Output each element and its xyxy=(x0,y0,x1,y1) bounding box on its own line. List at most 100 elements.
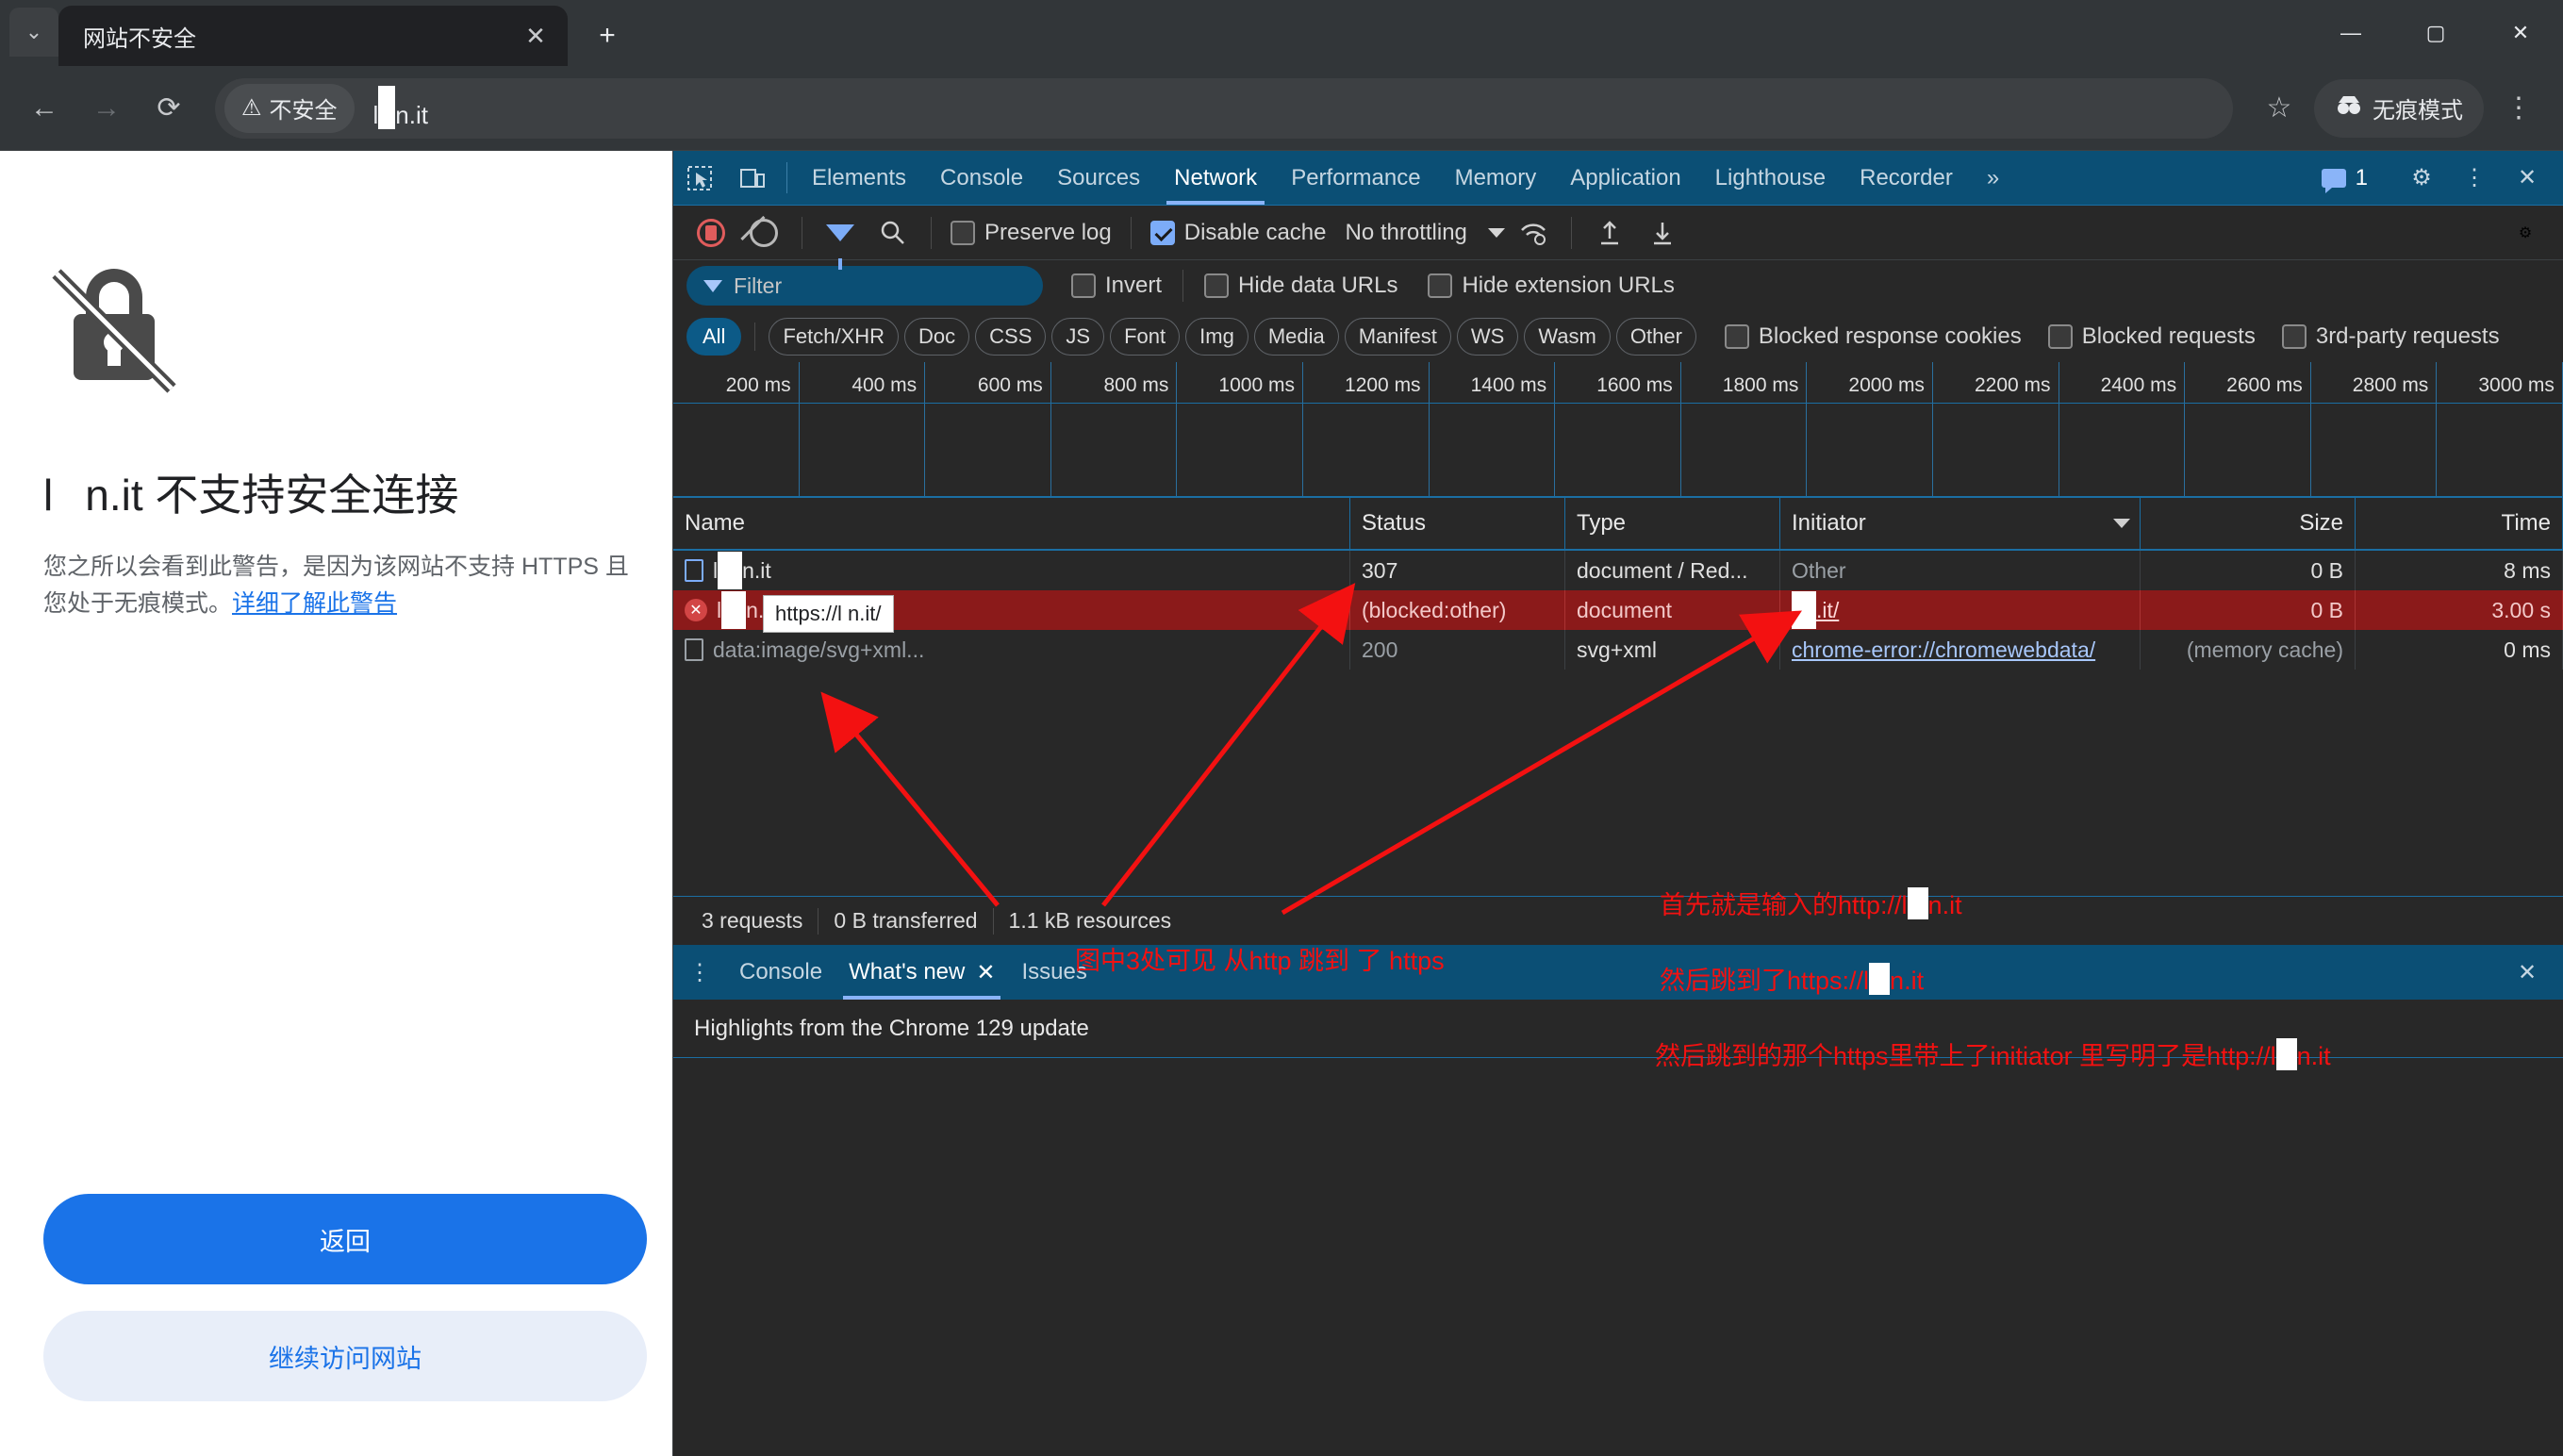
cell-time: 0 ms xyxy=(2356,630,2563,670)
minimize-icon[interactable]: — xyxy=(2308,0,2393,66)
clear-icon[interactable] xyxy=(739,208,788,257)
chip-css[interactable]: CSS xyxy=(975,318,1046,356)
maximize-icon[interactable]: ▢ xyxy=(2393,0,2478,66)
third-party-requests-checkbox[interactable]: 3rd-party requests xyxy=(2276,323,2505,350)
cell-status: 200 xyxy=(1350,630,1565,670)
cell-status: 307 xyxy=(1350,551,1565,590)
chip-media[interactable]: Media xyxy=(1254,318,1339,356)
address-bar[interactable]: ⚠ 不安全 ln.it xyxy=(215,78,2233,139)
tab-search-icon[interactable]: ⌄ xyxy=(9,8,58,57)
column-header-name[interactable]: Name xyxy=(673,498,1350,549)
close-window-icon[interactable]: ✕ xyxy=(2478,0,2563,66)
tab-performance[interactable]: Performance xyxy=(1274,151,1437,205)
network-conditions-icon[interactable] xyxy=(1509,208,1558,257)
overview-cell xyxy=(1681,404,1808,496)
filter-icon[interactable] xyxy=(816,208,865,257)
back-to-safety-button[interactable]: 返回 xyxy=(43,1194,647,1284)
chip-ws[interactable]: WS xyxy=(1457,318,1518,356)
chip-font[interactable]: Font xyxy=(1110,318,1180,356)
site-security-badge[interactable]: ⚠ 不安全 xyxy=(224,84,355,133)
throttling-dropdown[interactable]: No throttling xyxy=(1335,220,1504,246)
blocked-requests-label: Blocked requests xyxy=(2082,323,2256,350)
table-row[interactable]: data:image/svg+xml... 200 svg+xml chrome… xyxy=(673,630,2563,670)
whats-new-content: Highlights from the Chrome 129 update xyxy=(673,1000,2563,1058)
tab-application[interactable]: Application xyxy=(1553,151,1697,205)
invert-checkbox[interactable]: Invert xyxy=(1066,273,1167,299)
settings-gear-icon[interactable]: ⚙ xyxy=(2395,164,2448,191)
chip-fetch-xhr[interactable]: Fetch/XHR xyxy=(769,318,899,356)
checkbox-box xyxy=(951,221,975,245)
column-header-time[interactable]: Time xyxy=(2356,498,2563,549)
hide-data-urls-label: Hide data URLs xyxy=(1238,273,1397,299)
blocked-requests-checkbox[interactable]: Blocked requests xyxy=(2042,323,2261,350)
incognito-indicator[interactable]: 无痕模式 xyxy=(2314,79,2484,138)
table-row[interactable]: ✕ ln.it (blocked:other) document .it/ 0 … xyxy=(673,590,2563,630)
filter-input[interactable]: Filter xyxy=(686,266,1043,306)
cell-initiator[interactable]: chrome-error://chromewebdata/ xyxy=(1780,630,2141,670)
column-header-initiator[interactable]: Initiator xyxy=(1780,498,2141,549)
tab-lighthouse[interactable]: Lighthouse xyxy=(1698,151,1843,205)
ruler-tick: 1000 ms xyxy=(1177,362,1303,403)
tab-sources[interactable]: Sources xyxy=(1040,151,1157,205)
preserve-log-checkbox[interactable]: Preserve log xyxy=(945,220,1117,246)
drawer-tab-whats-new[interactable]: What's new ✕ xyxy=(835,945,1008,1000)
chip-wasm[interactable]: Wasm xyxy=(1524,318,1611,356)
table-row[interactable]: ln.it 307 document / Red... Other 0 B 8 … xyxy=(673,551,2563,590)
browser-menu-icon[interactable]: ⋮ xyxy=(2489,79,2548,138)
inspect-element-icon[interactable] xyxy=(673,151,726,205)
network-settings-gear-icon[interactable]: ⚙ xyxy=(2501,208,2550,257)
cell-initiator[interactable]: .it/ xyxy=(1780,590,2141,630)
devtools-panel: Elements Console Sources Network Perform… xyxy=(672,151,2563,1456)
record-icon[interactable] xyxy=(686,208,736,257)
chip-doc[interactable]: Doc xyxy=(904,318,969,356)
import-har-icon[interactable] xyxy=(1585,208,1634,257)
new-tab-button[interactable]: + xyxy=(585,13,630,58)
chip-img[interactable]: Img xyxy=(1185,318,1248,356)
tab-console[interactable]: Console xyxy=(923,151,1040,205)
hide-data-urls-checkbox[interactable]: Hide data URLs xyxy=(1199,273,1403,299)
column-header-status[interactable]: Status xyxy=(1350,498,1565,549)
divider xyxy=(1131,217,1132,249)
tab-network[interactable]: Network xyxy=(1157,151,1274,205)
back-button[interactable]: ← xyxy=(15,79,74,138)
drawer-kebab-icon[interactable]: ⋮ xyxy=(673,945,726,1000)
divider xyxy=(754,323,755,351)
device-toolbar-icon[interactable] xyxy=(726,151,779,205)
chip-all[interactable]: All xyxy=(686,318,741,356)
devtools-kebab-icon[interactable]: ⋮ xyxy=(2448,164,2501,191)
tab-elements[interactable]: Elements xyxy=(795,151,923,205)
warning-triangle-icon: ⚠ xyxy=(241,94,262,122)
network-filter-bar: Filter Invert Hide data URLs Hide extens… xyxy=(673,260,2563,311)
bookmark-star-icon[interactable]: ☆ xyxy=(2250,79,2308,138)
chip-other[interactable]: Other xyxy=(1616,318,1696,356)
close-drawer-icon[interactable]: ✕ xyxy=(2501,959,2554,986)
column-header-size[interactable]: Size xyxy=(2141,498,2356,549)
incognito-icon xyxy=(2335,93,2363,123)
column-header-type[interactable]: Type xyxy=(1565,498,1780,549)
export-har-icon[interactable] xyxy=(1638,208,1687,257)
more-tabs-icon[interactable]: » xyxy=(1970,151,2016,205)
cell-type: document xyxy=(1565,590,1780,630)
close-devtools-icon[interactable]: ✕ xyxy=(2501,164,2554,191)
forward-button[interactable]: → xyxy=(77,79,136,138)
blocked-response-cookies-checkbox[interactable]: Blocked response cookies xyxy=(1719,323,2027,350)
message-count-badge[interactable]: 1 xyxy=(2310,165,2379,191)
drawer-tab-console[interactable]: Console xyxy=(726,945,835,1000)
table-header: Name Status Type Initiator Size Time xyxy=(673,498,2563,551)
reload-button[interactable]: ⟳ xyxy=(140,79,198,138)
close-tab-icon[interactable]: ✕ xyxy=(517,22,554,51)
drawer-tab-issues[interactable]: Issues xyxy=(1008,945,1100,1000)
browser-tab[interactable]: 网站不安全 ✕ xyxy=(58,6,568,66)
tab-recorder[interactable]: Recorder xyxy=(1843,151,1970,205)
continue-to-site-button[interactable]: 继续访问网站 xyxy=(43,1311,647,1401)
hide-extension-urls-checkbox[interactable]: Hide extension URLs xyxy=(1422,273,1679,299)
close-tab-icon[interactable]: ✕ xyxy=(976,959,995,986)
search-icon[interactable] xyxy=(868,208,918,257)
chip-js[interactable]: JS xyxy=(1051,318,1104,356)
chip-manifest[interactable]: Manifest xyxy=(1345,318,1451,356)
learn-more-link[interactable]: 详细了解此警告 xyxy=(232,590,397,617)
tab-memory[interactable]: Memory xyxy=(1438,151,1554,205)
disable-cache-checkbox[interactable]: Disable cache xyxy=(1145,220,1332,246)
overview-cell xyxy=(2185,404,2311,496)
drawer-actions: ✕ xyxy=(2501,945,2563,1000)
